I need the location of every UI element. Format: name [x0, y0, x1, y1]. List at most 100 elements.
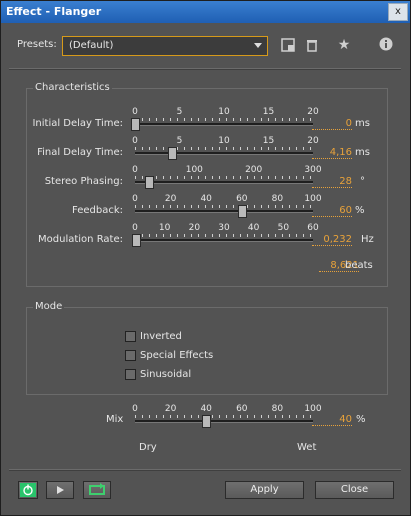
play-button[interactable] [46, 481, 74, 499]
tick-label: 200 [245, 165, 263, 175]
mix-label: Mix [106, 414, 124, 425]
tick-label: 100 [185, 165, 203, 175]
slider-label: Feedback: [72, 205, 123, 216]
inverted-checkbox[interactable] [125, 331, 136, 342]
slider-thumb[interactable] [131, 234, 141, 247]
tick-label: 0 [132, 404, 138, 414]
play-icon [57, 486, 64, 494]
slider-unit: % [355, 205, 365, 216]
presets-dropdown[interactable]: (Default) [62, 36, 268, 56]
loop-button[interactable] [83, 481, 111, 499]
mix-value[interactable]: 40 [312, 414, 352, 426]
tick-label: 40 [200, 194, 212, 204]
slider-thumb[interactable] [144, 176, 154, 189]
chevron-down-icon [254, 43, 262, 48]
tick-label: 50 [277, 223, 290, 233]
slider-unit: Hz [361, 234, 374, 245]
tick-label: 15 [262, 136, 275, 146]
slider-ticks [135, 176, 313, 179]
tick-label: 20 [307, 107, 319, 117]
window-close-button[interactable]: x [388, 3, 408, 21]
tick-label: 5 [176, 107, 183, 117]
presets-selected-value: (Default) [69, 40, 114, 51]
tick-label: 10 [218, 107, 230, 117]
slider-thumb[interactable] [237, 205, 247, 218]
slider-unit: ms [355, 118, 370, 129]
slider-unit: ° [360, 176, 365, 187]
tick-label: 40 [247, 223, 260, 233]
window-title: Effect - Flanger [6, 5, 102, 18]
close-button[interactable]: Close [315, 481, 394, 499]
title-bar[interactable]: Effect - Flanger x [1, 1, 410, 23]
slider-value[interactable]: 0,232 [312, 234, 352, 246]
tick-label: 60 [236, 404, 248, 414]
slider-thumb[interactable] [131, 118, 140, 131]
apply-button[interactable]: Apply [225, 481, 304, 499]
info-icon[interactable] [378, 37, 394, 53]
tick-label: 300 [304, 165, 322, 175]
tick-label: 80 [271, 194, 284, 204]
slider-label: Initial Delay Time: [32, 118, 123, 129]
tick-label: 20 [188, 223, 201, 233]
slider-label: Modulation Rate: [38, 234, 123, 245]
tick-label: 60 [236, 194, 248, 204]
slider-value[interactable]: 0 [312, 118, 352, 130]
tick-label: 10 [218, 136, 230, 146]
tick-label: 0 [132, 223, 138, 233]
slider-ticks [135, 415, 313, 418]
tick-label: 15 [262, 107, 275, 117]
tick-label: 30 [218, 223, 230, 233]
dry-label: Dry [139, 442, 157, 453]
tick-label: 0 [132, 194, 138, 204]
tick-label: 0 [132, 107, 138, 117]
slider-label: Stereo Phasing: [44, 176, 123, 187]
slider-track[interactable] [135, 420, 313, 423]
tick-label: 80 [271, 404, 284, 414]
slider-value[interactable]: 60 [312, 205, 352, 217]
slider-thumb[interactable] [168, 147, 178, 160]
slider-track[interactable] [135, 210, 313, 213]
slider-unit: ms [355, 147, 370, 158]
slider-label: Final Delay Time: [37, 147, 123, 158]
favorite-star-icon[interactable]: ★ [336, 37, 352, 53]
characteristics-title: Characteristics [33, 82, 112, 93]
slider-thumb[interactable] [202, 415, 212, 428]
effect-window: Effect - Flanger x Presets: (Default) ★ … [0, 0, 411, 516]
slider-value[interactable]: 4,16 [312, 147, 352, 159]
slider-ticks [135, 118, 313, 121]
slider-track[interactable] [135, 152, 313, 155]
tick-label: 60 [307, 223, 319, 233]
loop-icon [89, 483, 105, 495]
slider-track[interactable] [135, 123, 313, 126]
delete-preset-icon[interactable] [304, 38, 320, 54]
tick-label: 100 [304, 404, 322, 414]
sinusoidal-label: Sinusoidal [140, 369, 192, 380]
power-button[interactable] [18, 481, 38, 499]
tick-label: 0 [132, 165, 138, 175]
mode-title: Mode [33, 301, 65, 312]
tick-label: 10 [158, 223, 171, 233]
special-effects-checkbox[interactable] [125, 350, 136, 361]
special-effects-label: Special Effects [140, 350, 214, 361]
slider-track[interactable] [135, 239, 313, 242]
power-icon [20, 483, 36, 497]
separator [9, 469, 401, 471]
tick-label: 40 [200, 404, 212, 414]
sinusoidal-checkbox[interactable] [125, 369, 136, 380]
presets-label: Presets: [17, 39, 57, 50]
tick-label: 5 [176, 136, 183, 146]
tick-label: 100 [304, 194, 322, 204]
separator [9, 68, 401, 70]
mix-unit: % [356, 414, 366, 425]
wet-label: Wet [297, 442, 317, 453]
slider-value[interactable]: 28 [312, 176, 352, 188]
tick-label: 20 [164, 194, 177, 204]
tick-label: 20 [307, 136, 319, 146]
slider-ticks [135, 205, 313, 208]
slider-ticks [135, 147, 313, 150]
slider-track[interactable] [135, 181, 313, 184]
tick-label: 0 [132, 136, 138, 146]
save-preset-icon[interactable] [280, 38, 296, 54]
beats-unit: beats [345, 260, 373, 271]
slider-ticks [135, 234, 313, 237]
